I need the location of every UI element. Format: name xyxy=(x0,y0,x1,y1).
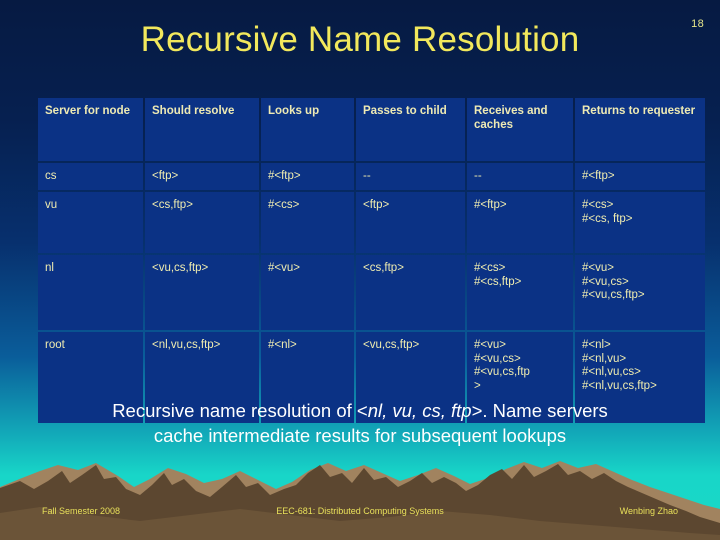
cell-should-resolve: <cs,ftp> xyxy=(145,192,259,253)
cell-should-resolve: <ftp> xyxy=(145,163,259,190)
table-row: vu <cs,ftp> #<cs> <ftp> #<ftp> #<cs> #<cs… xyxy=(38,192,705,253)
cell-returns-to-requester: #<ftp> xyxy=(575,163,705,190)
column-header-should-resolve: Should resolve xyxy=(145,98,259,161)
table-header: Server for node Should resolve Looks up … xyxy=(38,98,705,161)
cell-looks-up: #<cs> xyxy=(261,192,354,253)
column-header-returns-to-requester: Returns to requester xyxy=(575,98,705,161)
cell-passes-to-child: <cs,ftp> xyxy=(356,255,465,330)
name-resolution-table: Server for node Should resolve Looks up … xyxy=(36,96,707,425)
cell-looks-up: #<vu> xyxy=(261,255,354,330)
cell-returns-to-requester: #<cs> #<cs, ftp> xyxy=(575,192,705,253)
column-header-receives-and-caches: Receives and caches xyxy=(467,98,573,161)
caption-line1-prefix: Recursive name resolution of < xyxy=(112,400,368,421)
cell-receives-and-caches: -- xyxy=(467,163,573,190)
footer-author: Wenbing Zhao xyxy=(619,506,678,516)
page-title: Recursive Name Resolution xyxy=(140,20,580,59)
cell-returns-to-requester: #<vu> #<vu,cs> #<vu,cs,ftp> xyxy=(575,255,705,330)
table-header-row: Server for node Should resolve Looks up … xyxy=(38,98,705,161)
cell-should-resolve: <vu,cs,ftp> xyxy=(145,255,259,330)
column-header-passes-to-child: Passes to child xyxy=(356,98,465,161)
slide-canvas: 18 Recursive Name Resolution Server for … xyxy=(0,0,720,540)
cell-server: vu xyxy=(38,192,143,253)
table-body: cs <ftp> #<ftp> -- -- #<ftp> vu <cs,ftp>… xyxy=(38,163,705,423)
table-row: nl <vu,cs,ftp> #<vu> <cs,ftp> #<cs> #<cs,… xyxy=(38,255,705,330)
cell-receives-and-caches: #<ftp> xyxy=(467,192,573,253)
cell-receives-and-caches: #<cs> #<cs,ftp> xyxy=(467,255,573,330)
mountain-silhouette-graphic xyxy=(0,461,720,540)
table-row: cs <ftp> #<ftp> -- -- #<ftp> xyxy=(38,163,705,190)
cell-passes-to-child: <ftp> xyxy=(356,192,465,253)
footer-course: EEC-681: Distributed Computing Systems xyxy=(276,506,444,516)
cell-looks-up: #<ftp> xyxy=(261,163,354,190)
column-header-server-for-node: Server for node xyxy=(38,98,143,161)
column-header-looks-up: Looks up xyxy=(261,98,354,161)
caption-line1-suffix: >. Name servers xyxy=(471,400,608,421)
name-resolution-table-container: Server for node Should resolve Looks up … xyxy=(36,96,705,425)
cell-server: cs xyxy=(38,163,143,190)
cell-server: nl xyxy=(38,255,143,330)
cell-passes-to-child: -- xyxy=(356,163,465,190)
caption-line1-italic: nl, vu, cs, ftp xyxy=(367,400,472,421)
